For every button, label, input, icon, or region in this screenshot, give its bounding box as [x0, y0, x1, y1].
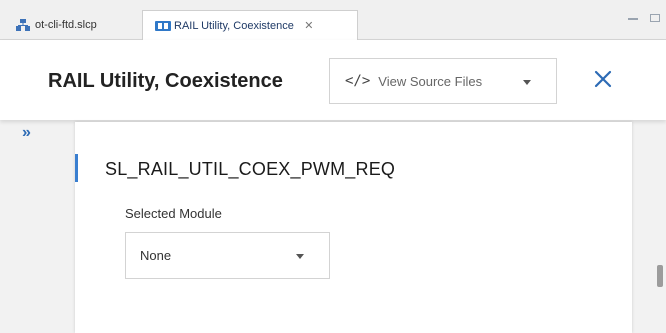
configuration-card: SL_RAIL_UTIL_COEX_PWM_REQ Selected Modul… [75, 122, 632, 333]
chevron-down-icon [296, 254, 304, 259]
component-icon [155, 20, 171, 32]
tab-close-icon[interactable]: ✕ [302, 19, 316, 32]
selected-module-value: None [140, 248, 172, 263]
close-icon[interactable] [590, 66, 616, 92]
chevron-down-icon [523, 80, 531, 85]
component-header: RAIL Utility, Coexistence </> View Sourc… [0, 40, 666, 120]
minimize-icon[interactable] [628, 14, 638, 20]
project-icon [16, 19, 30, 31]
section-accent-bar [75, 154, 78, 182]
tab-label: RAIL Utility, Coexistence [174, 19, 294, 32]
vertical-scrollbar-thumb[interactable] [657, 265, 663, 287]
tab-rail-utility-coexistence[interactable]: RAIL Utility, Coexistence ✕ [142, 10, 358, 40]
selected-module-label: Selected Module [125, 206, 222, 221]
tab-label: ot-cli-ftd.slcp [35, 19, 97, 31]
view-source-files-label: View Source Files [378, 73, 483, 89]
selected-module-select[interactable]: None [125, 232, 330, 279]
maximize-icon[interactable] [650, 14, 660, 22]
page-title: RAIL Utility, Coexistence [48, 70, 283, 92]
section-title: SL_RAIL_UTIL_COEX_PWM_REQ [105, 159, 396, 179]
editor-tab-bar: ot-cli-ftd.slcp RAIL Utility, Coexistenc… [0, 0, 666, 40]
expand-sidebar-icon[interactable]: » [22, 124, 31, 142]
view-source-files-dropdown[interactable]: </> View Source Files [329, 58, 557, 104]
code-icon: </> [345, 73, 371, 89]
tab-ot-cli-ftd[interactable]: ot-cli-ftd.slcp [6, 10, 105, 40]
